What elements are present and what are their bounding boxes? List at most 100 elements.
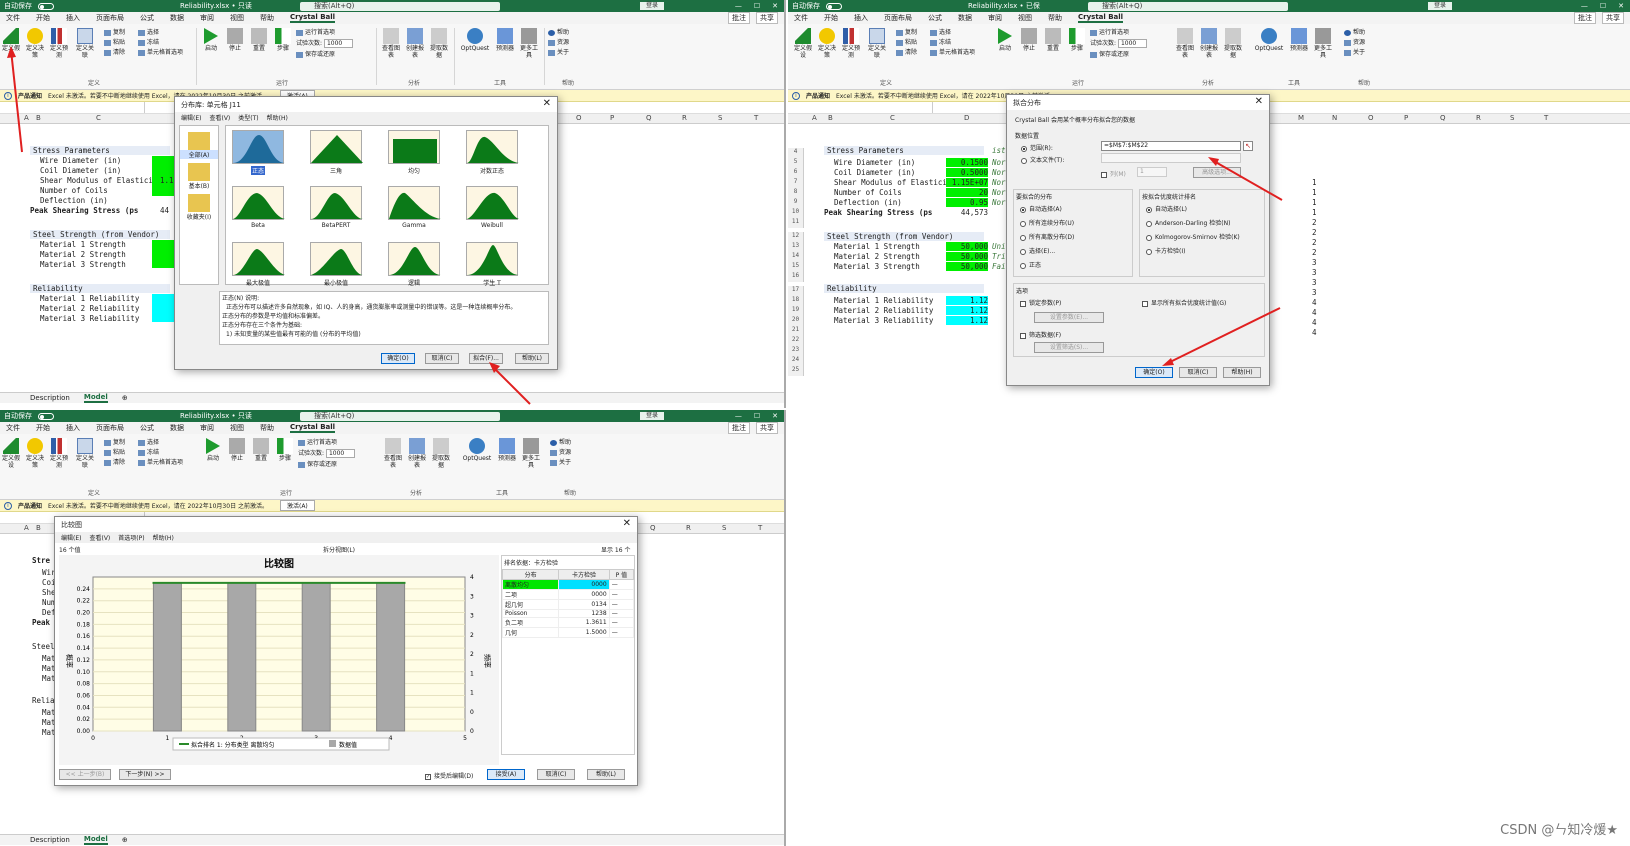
reset-button[interactable]: 重置 xyxy=(1042,28,1064,52)
tab-model[interactable]: Model xyxy=(83,835,108,845)
show-all-check[interactable]: 显示所有拟合优度统计值(G) xyxy=(1142,298,1226,307)
table-row[interactable]: Poisson 1238— xyxy=(501,609,635,618)
set-params-button[interactable]: 设置参数(E)... xyxy=(1034,312,1104,323)
menu-data[interactable]: 数据 xyxy=(170,13,184,23)
copy-button[interactable]: 复制 xyxy=(896,28,917,37)
define-forecast-button[interactable]: 定义预测 xyxy=(48,438,70,469)
add-sheet-icon[interactable]: ⊕ xyxy=(122,394,128,402)
select-button[interactable]: 选择 xyxy=(138,28,159,37)
about-button[interactable]: 关于 xyxy=(550,458,571,467)
minimize-icon[interactable]: — xyxy=(1581,2,1588,10)
table-row[interactable]: 超几何 0134— xyxy=(501,599,635,610)
extract-data-button[interactable]: 提取数据 xyxy=(428,28,450,59)
rank-auto-radio[interactable]: 自动选择(L) xyxy=(1146,204,1187,213)
row-number[interactable]: 25 xyxy=(788,366,804,376)
menu-insert[interactable]: 插入 xyxy=(66,423,80,433)
category-favorites[interactable]: 收藏夹(I) xyxy=(180,212,218,221)
define-correlation-button[interactable]: 定义关联 xyxy=(74,28,96,59)
menu-home[interactable]: 开始 xyxy=(36,13,50,23)
menu-view[interactable]: 查看(V) xyxy=(89,533,110,542)
more-tools-button[interactable]: 更多工具 xyxy=(1312,28,1334,59)
run-prefs-button[interactable]: 运行首选项 xyxy=(1090,28,1129,37)
define-decision-button[interactable]: 定义决策 xyxy=(24,28,46,59)
menu-crystal-ball[interactable]: Crystal Ball xyxy=(290,423,336,433)
menu-help[interactable]: 帮助 xyxy=(260,423,274,433)
table-row[interactable]: 负二项 1.3611— xyxy=(501,617,635,628)
close-icon[interactable]: ✕ xyxy=(543,98,551,109)
freeze-button[interactable]: 冻结 xyxy=(138,38,159,47)
green-strength-cells[interactable] xyxy=(152,240,176,268)
comment-button[interactable]: 批注 xyxy=(1574,12,1596,24)
stop-button[interactable]: 停止 xyxy=(1018,28,1040,52)
menu-view[interactable]: 视图 xyxy=(1018,13,1032,23)
extract-data-button[interactable]: 提取数据 xyxy=(1222,28,1244,59)
row-number[interactable]: 13 xyxy=(788,242,804,252)
data-bar[interactable] xyxy=(376,582,406,732)
clear-button[interactable]: 清除 xyxy=(104,48,125,57)
column-input[interactable]: 1 xyxy=(1137,167,1167,177)
copy-button[interactable]: 复制 xyxy=(104,438,125,447)
trials-field[interactable]: 试验次数: 1000 xyxy=(298,449,356,458)
clear-button[interactable]: 清除 xyxy=(896,48,917,57)
ok-button[interactable]: 确定(O) xyxy=(1135,367,1173,378)
value-m1s[interactable]: 50,000 xyxy=(946,242,988,251)
textfile-radio[interactable]: 文本文件(T): xyxy=(1021,155,1064,164)
define-decision-button[interactable]: 定义决策 xyxy=(816,28,838,59)
name-box[interactable] xyxy=(788,102,933,113)
comment-button[interactable]: 批注 xyxy=(728,12,750,24)
textfile-input[interactable] xyxy=(1101,153,1241,163)
distribution-thumb[interactable] xyxy=(310,186,363,220)
data-bar[interactable] xyxy=(301,582,331,732)
table-header[interactable]: P 值 xyxy=(608,569,635,580)
comparison-chart[interactable]: 比较图 0.24 0.22 0.20 0.18 0.16 0.14 0.12 0.10 0.08 0… xyxy=(59,555,499,765)
step-button[interactable]: 步骤 xyxy=(272,28,294,52)
menu-view[interactable]: 视图 xyxy=(230,13,244,23)
freeze-button[interactable]: 冻结 xyxy=(930,38,951,47)
menu-layout[interactable]: 页面布局 xyxy=(884,13,912,23)
menu-prefs[interactable]: 首选项(P) xyxy=(118,533,144,542)
row-number[interactable]: 4 xyxy=(788,148,804,158)
menu-edit[interactable]: 编辑(E) xyxy=(61,533,81,542)
menu-layout[interactable]: 页面布局 xyxy=(96,13,124,23)
distribution-thumb[interactable] xyxy=(466,186,519,220)
split-view-toggle[interactable]: 拆分视图(L) xyxy=(323,545,355,554)
select-button[interactable]: 选择 xyxy=(138,438,159,447)
menu-formulas[interactable]: 公式 xyxy=(140,423,154,433)
filter-check[interactable]: 筛选数据(F) xyxy=(1020,330,1061,339)
menu-home[interactable]: 开始 xyxy=(36,423,50,433)
column-check[interactable]: 列(M) xyxy=(1101,169,1126,178)
menu-help[interactable]: 帮助 xyxy=(260,13,274,23)
table-row[interactable]: 离散均匀 0000— xyxy=(501,579,635,590)
value-wire[interactable]: 0.1500 xyxy=(946,158,988,167)
m-column-value[interactable]: 2 xyxy=(1312,238,1317,247)
minimize-icon[interactable]: — xyxy=(735,2,742,10)
set-filter-button[interactable]: 设置筛选(S)... xyxy=(1034,342,1104,353)
cancel-button[interactable]: 取消(C) xyxy=(537,769,575,780)
help-button[interactable]: 帮助(L) xyxy=(515,353,549,364)
prev-button[interactable]: << 上一步(B) xyxy=(59,769,111,780)
save-restore-button[interactable]: 保存或还原 xyxy=(1090,50,1129,59)
close-icon[interactable]: ✕ xyxy=(1255,96,1263,107)
predictor-button[interactable]: 预测器 xyxy=(496,438,518,462)
distribution-thumb[interactable] xyxy=(388,242,441,276)
fit-discrete-radio[interactable]: 所有离散分布(D) xyxy=(1020,232,1074,241)
distribution-thumb[interactable] xyxy=(466,130,519,164)
close-icon[interactable]: ✕ xyxy=(1618,2,1624,10)
activate-button[interactable]: 激活(A) xyxy=(279,500,315,511)
row-number[interactable]: 5 xyxy=(788,158,804,168)
start-button[interactable]: 启动 xyxy=(202,438,224,462)
tab-description[interactable]: Description xyxy=(30,394,70,402)
category-all[interactable]: 全部(A) xyxy=(180,150,218,159)
data-bar[interactable] xyxy=(152,582,182,732)
row-number[interactable]: 19 xyxy=(788,306,804,316)
fit-button[interactable]: 拟合(F)... xyxy=(469,353,503,364)
login-button[interactable]: 登录 xyxy=(1428,2,1453,10)
stop-button[interactable]: 停止 xyxy=(226,438,248,462)
comment-button[interactable]: 批注 xyxy=(728,422,750,434)
more-tools-button[interactable]: 更多工具 xyxy=(518,28,540,59)
reset-button[interactable]: 重置 xyxy=(248,28,270,52)
paste-button[interactable]: 粘贴 xyxy=(896,38,917,47)
cancel-button[interactable]: 取消(C) xyxy=(1179,367,1217,378)
advanced-button[interactable]: 高级选项... xyxy=(1193,167,1241,178)
value-ncoils[interactable]: 20 xyxy=(946,188,988,197)
